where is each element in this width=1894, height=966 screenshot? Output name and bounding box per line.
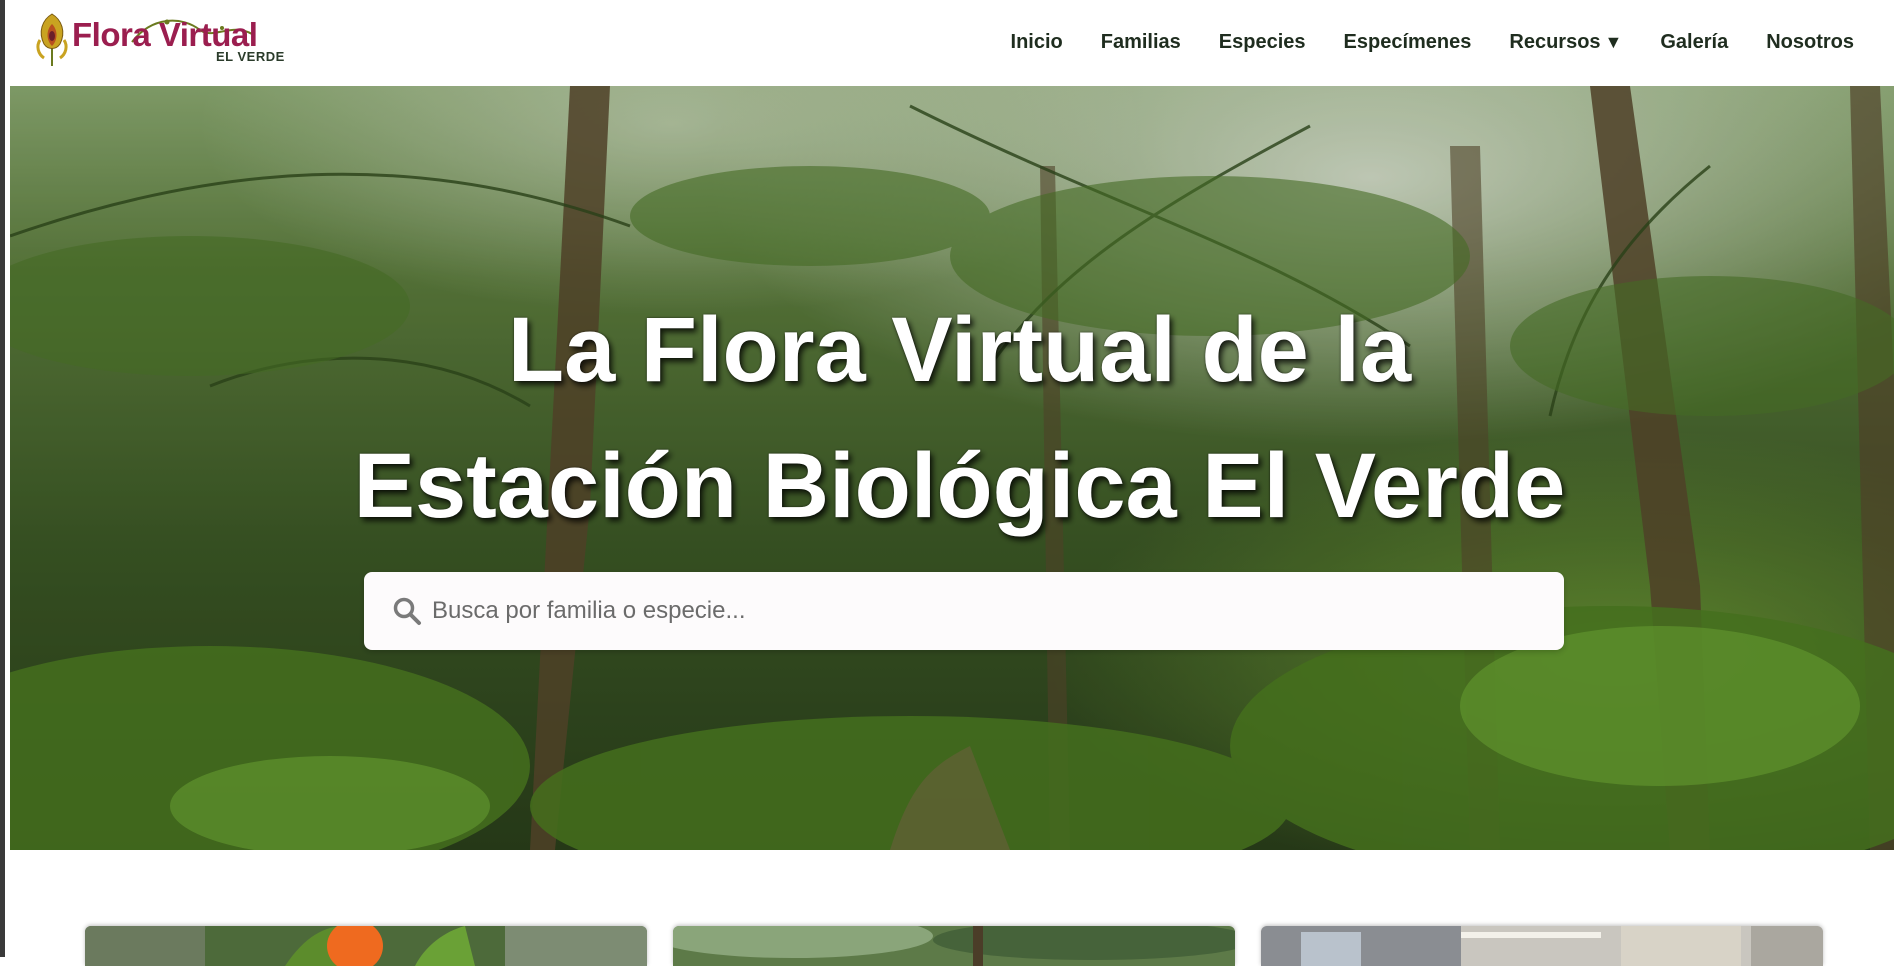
- search-input[interactable]: [432, 581, 1544, 641]
- nav-item-familias[interactable]: Familias: [1101, 31, 1181, 54]
- hero-title-line1: La Flora Virtual de la: [507, 299, 1412, 401]
- nav-item-nosotros[interactable]: Nosotros: [1766, 31, 1854, 54]
- search-icon[interactable]: [392, 596, 422, 626]
- orchid-logo-icon: [36, 13, 68, 66]
- nav-item-recursos[interactable]: Recursos ▼: [1509, 31, 1622, 54]
- navbar: Flora Virtual EL VERDE Inicio Familias E…: [10, 0, 1894, 86]
- orchid-flower-image: [85, 926, 647, 966]
- brand-subtitle: EL VERDE: [216, 49, 285, 64]
- main-nav: Inicio Familias Especies Especímenes Rec…: [973, 0, 1854, 84]
- nav-item-inicio[interactable]: Inicio: [1011, 31, 1063, 54]
- caret-down-icon: ▼: [1604, 31, 1623, 52]
- nav-item-especimenes[interactable]: Especímenes: [1344, 31, 1472, 54]
- hero-section: La Flora Virtual de la Estación Biológic…: [10, 86, 1894, 850]
- nav-item-especies[interactable]: Especies: [1219, 31, 1306, 54]
- site-logo[interactable]: Flora Virtual EL VERDE: [34, 10, 294, 66]
- nav-item-label: Inicio: [1010, 30, 1063, 53]
- feature-card[interactable]: [1261, 926, 1823, 966]
- hero-title: La Flora Virtual de la Estación Biológic…: [10, 282, 1894, 554]
- hero-title-line2: Estación Biológica El Verde: [353, 435, 1566, 537]
- feature-card[interactable]: [85, 926, 647, 966]
- page: Flora Virtual EL VERDE Inicio Familias E…: [0, 0, 1894, 966]
- herbarium-room-image: [1261, 926, 1823, 966]
- nav-item-label: Especies: [1218, 30, 1306, 53]
- nav-item-label: Especímenes: [1343, 30, 1472, 53]
- nav-item-label: Familias: [1100, 30, 1181, 53]
- nav-item-label: Nosotros: [1766, 30, 1854, 53]
- feature-card[interactable]: [673, 926, 1235, 966]
- nav-item-galeria[interactable]: Galería: [1660, 31, 1728, 54]
- nav-item-label: Recursos: [1509, 30, 1601, 53]
- forest-image: [673, 926, 1235, 966]
- feature-cards: [5, 850, 1894, 966]
- nav-item-label: Galería: [1660, 30, 1729, 53]
- search-bar: [364, 572, 1564, 650]
